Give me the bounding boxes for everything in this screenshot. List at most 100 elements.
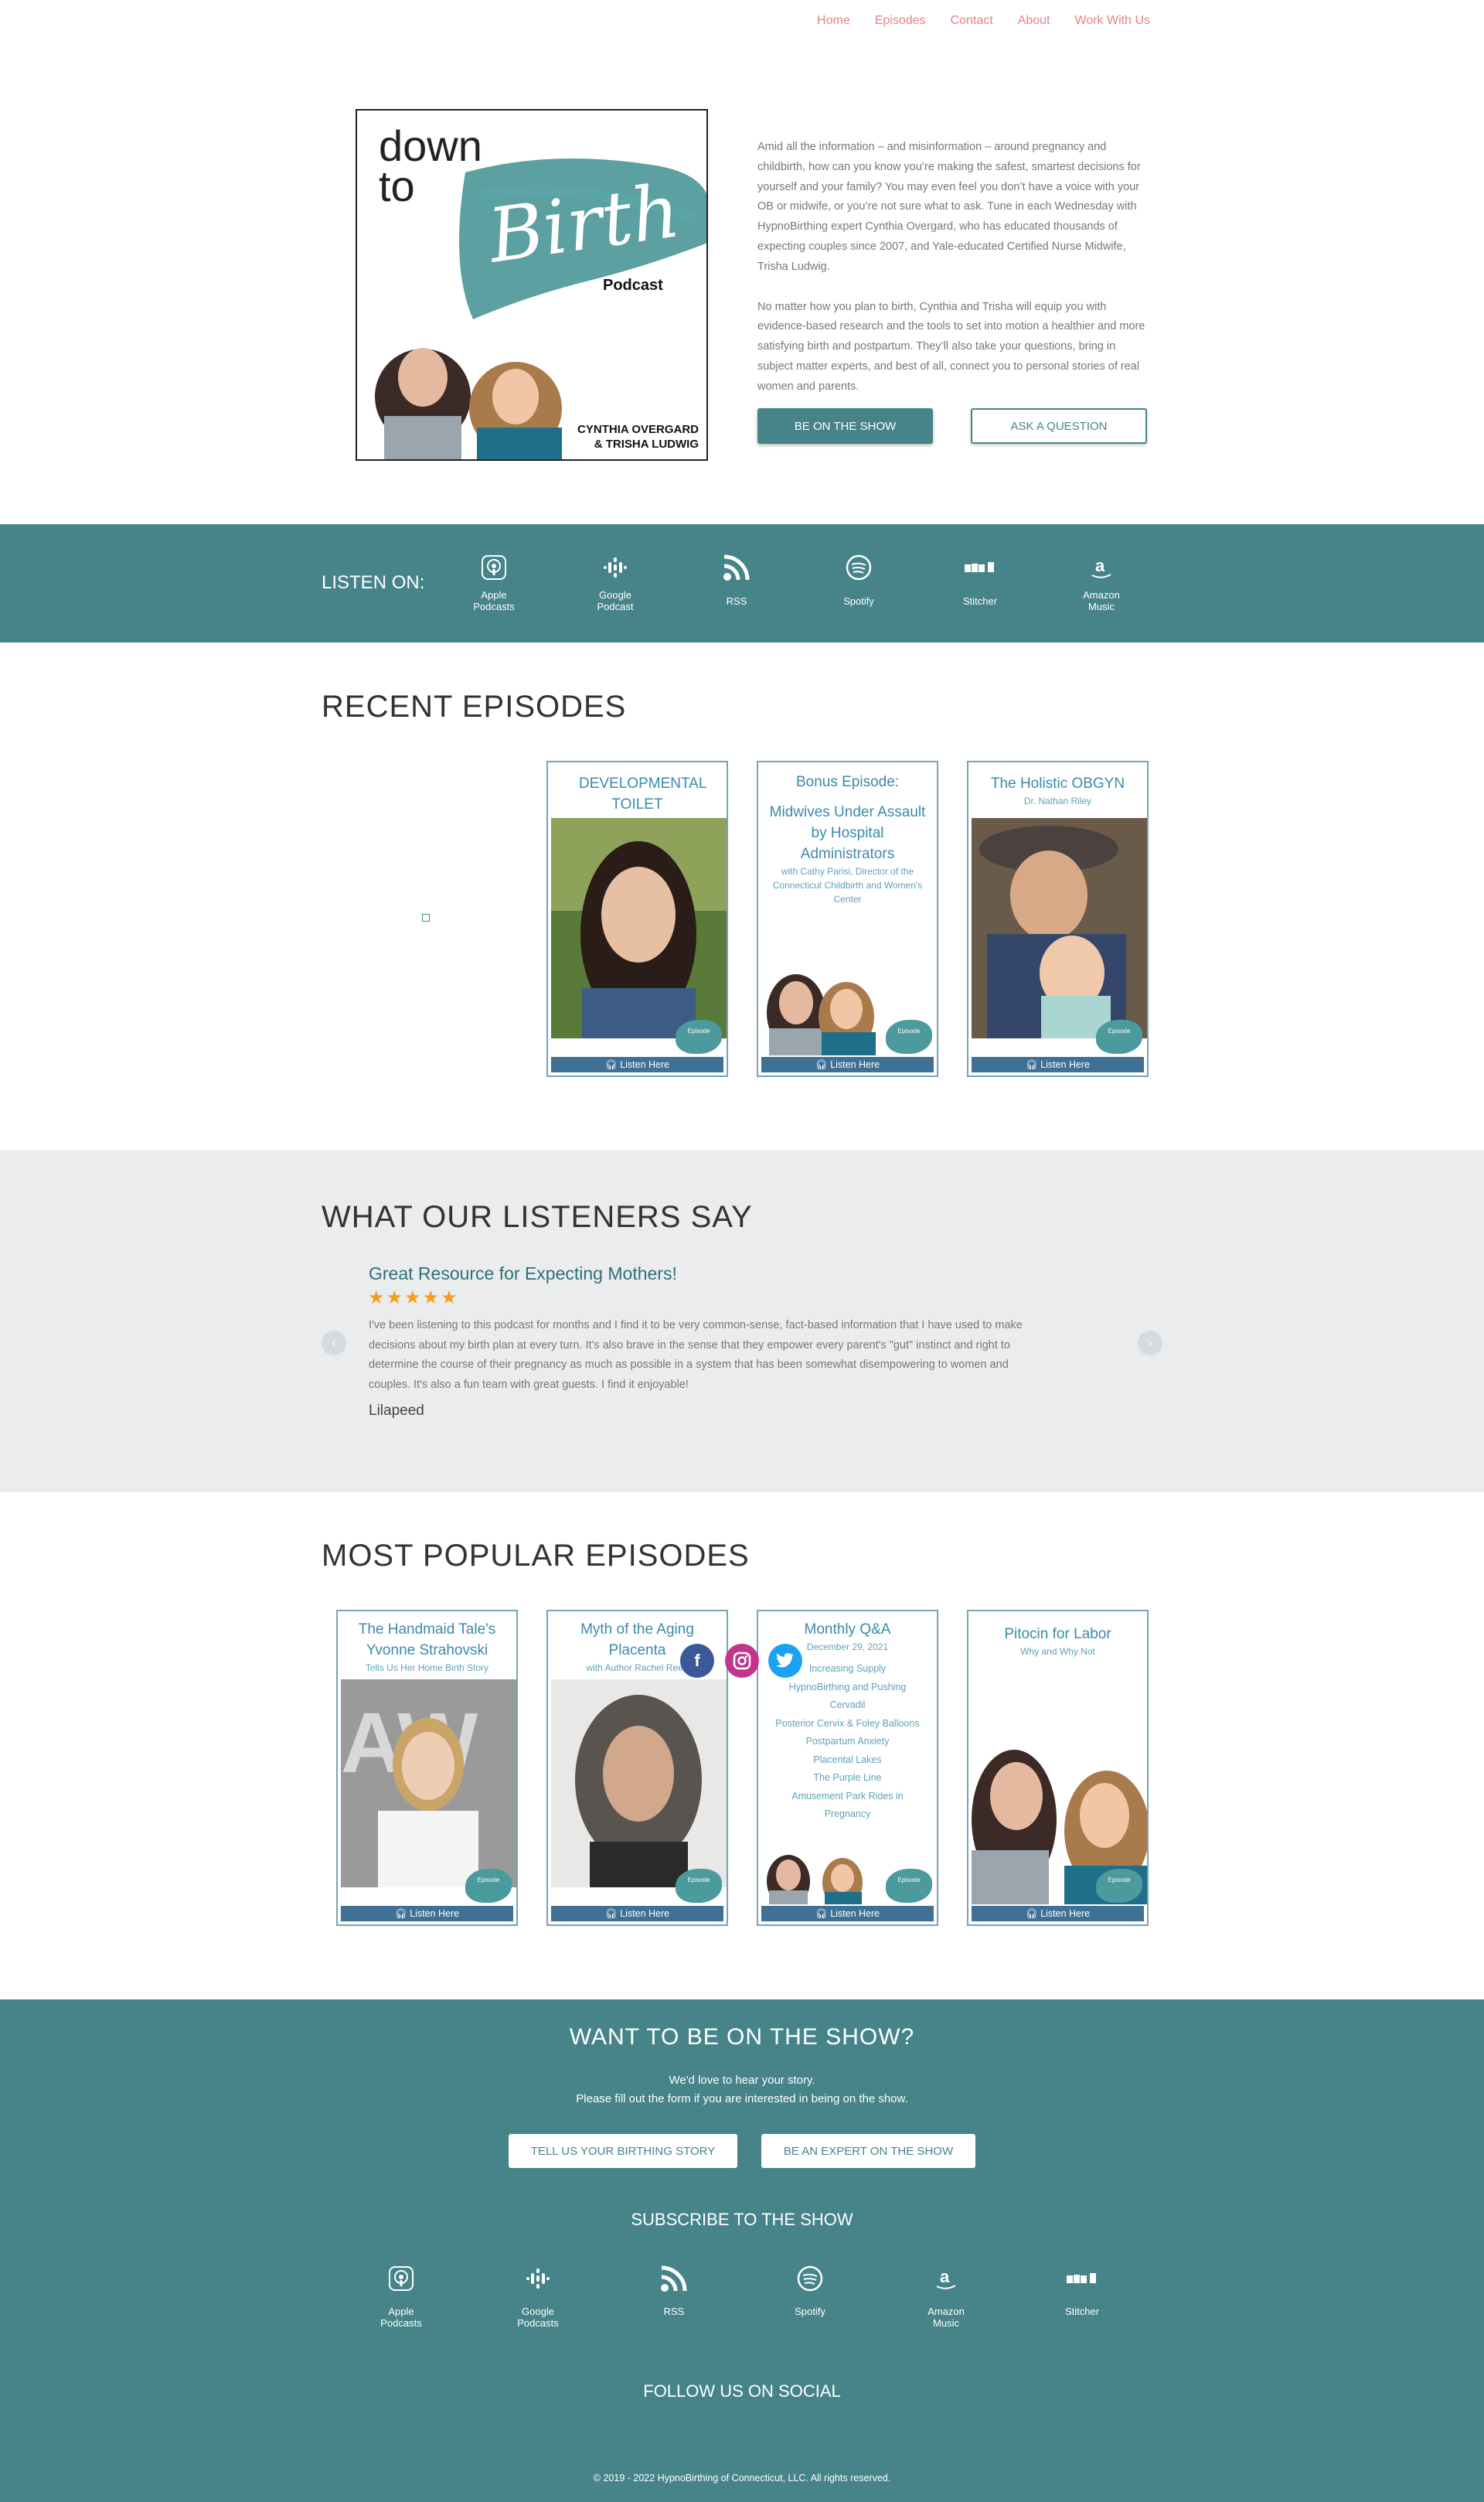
episode-stamp: Episode (676, 1020, 722, 1054)
hero-intro: Amid all the information – and misinform… (757, 138, 1145, 397)
instagram-icon[interactable] (725, 1644, 759, 1678)
episode-title: The Handmaid Tale's Yvonne Strahovski (358, 1621, 496, 1658)
apple-podcasts-icon (355, 2261, 448, 2296)
ask-question-button[interactable]: ASK A QUESTION (971, 408, 1147, 444)
episode-stamp: Episode (1096, 1020, 1142, 1054)
episode-title: The Holistic OBGYN (990, 775, 1125, 792)
episode-subtitle: with Cathy Parisi, Director of the Conne… (772, 866, 923, 905)
headphones-icon: 🎧︎ (394, 1908, 410, 1919)
rss-icon (694, 552, 779, 583)
episode-stamp: Episode (676, 1869, 722, 1903)
episode-subtitle: Tells Us Her Home Birth Story (365, 1662, 489, 1673)
headphones-icon: 🎧︎ (1025, 1908, 1041, 1919)
headphones-icon: 🎧︎ (604, 1908, 621, 1919)
platform-google-podcast[interactable]: Google Podcast (573, 552, 658, 612)
episode-stamp: Episode (886, 1869, 932, 1903)
platform-stitcher[interactable]: Stitcher (938, 552, 1023, 607)
testimonial-body: I've been listening to this podcast for … (369, 1319, 1023, 1391)
listen-here-button[interactable]: 🎧︎ Listen Here (761, 1906, 934, 1921)
listen-on-bar: LISTEN ON: Apple Podcasts Google Podcast R… (0, 524, 1484, 643)
headphones-icon: 🎧︎ (1025, 1059, 1041, 1070)
episode-stamp: Episode (465, 1869, 512, 1903)
facebook-icon[interactable]: f (680, 1644, 714, 1678)
footer-platform-apple[interactable]: Apple Podcasts (355, 2261, 448, 2329)
intro-paragraph-1: Amid all the information – and misinform… (757, 141, 1141, 273)
intro-paragraph-2: No matter how you plan to birth, Cynthia… (757, 300, 1145, 393)
nav-episodes[interactable]: Episodes (875, 14, 926, 27)
nav-contact[interactable]: Contact (951, 14, 993, 27)
testimonials-title: WHAT OUR LISTENERS SAY (322, 1200, 753, 1234)
episode-subtitle: Why and Why Not (1020, 1646, 1095, 1657)
episode-card-handmaid[interactable]: The Handmaid Tale's Yvonne Strahovski Te… (336, 1610, 518, 1926)
carousel-next-button[interactable]: › (1138, 1331, 1162, 1355)
svg-text:a: a (1095, 556, 1105, 575)
episode-card-midwives[interactable]: Bonus Episode: Midwives Under Assault by… (757, 761, 938, 1077)
logo-down: down (379, 121, 482, 170)
listen-on-label: LISTEN ON: (322, 572, 425, 593)
birthing-story-button[interactable]: TELL US YOUR BIRTHING STORY (509, 2134, 737, 2168)
footer-title: WANT TO BE ON THE SHOW? (569, 2024, 915, 2050)
episode-title-2: Midwives Under Assault by Hospital Admin… (769, 804, 926, 862)
logo-to: to (379, 162, 415, 210)
platform-rss[interactable]: RSS (694, 552, 779, 607)
episode-stamp: Episode (886, 1020, 932, 1054)
listen-here-button[interactable]: 🎧︎ Listen Here (551, 1906, 723, 1921)
platform-amazon-music[interactable]: a Amazon Music (1059, 552, 1144, 612)
testimonial-author: Lilapeed (369, 1403, 424, 1419)
recent-episodes-title: RECENT EPISODES (322, 690, 627, 724)
podcast-cover-logo: down to Birth Podcast CYNTHIA OVERGARD &… (356, 109, 708, 461)
qa-topics-list: Increasing Supply HypnoBirthing and Push… (775, 1663, 920, 1819)
episode-card-pitocin[interactable]: Pitocin for Labor Why and Why Not Episod… (967, 1610, 1149, 1926)
listen-here-button[interactable]: 🎧︎ Listen Here (341, 1906, 513, 1921)
stitcher-icon (938, 552, 1023, 583)
footer-platform-spotify[interactable]: Spotify (764, 2261, 856, 2317)
footer-platform-google[interactable]: Google Podcasts (492, 2261, 584, 2329)
amazon-icon: a (1059, 552, 1144, 583)
spotify-icon (816, 552, 901, 583)
nav-about[interactable]: About (1018, 14, 1050, 27)
subscribe-title: SUBSCRIBE TO THE SHOW (631, 2210, 853, 2229)
top-nav: Home Episodes Contact About Work With Us (0, 0, 1484, 46)
footer-platform-stitcher[interactable]: Stitcher (1036, 2261, 1128, 2317)
headphones-icon: 🎧︎ (815, 1908, 831, 1919)
listen-here-button[interactable]: 🎧︎ Listen Here (761, 1057, 934, 1072)
listen-here-button[interactable]: 🎧︎ Listen Here (972, 1906, 1144, 1921)
platform-spotify[interactable]: Spotify (816, 552, 901, 607)
page: Home Episodes Contact About Work With Us… (0, 0, 1484, 2502)
nav-work-with-us[interactable]: Work With Us (1075, 14, 1150, 27)
footer: WANT TO BE ON THE SHOW? We'd love to hea… (0, 1999, 1484, 2502)
listen-here-button[interactable]: 🎧︎ Listen Here (551, 1057, 723, 1072)
star-rating: ★★★★★ (368, 1287, 459, 1308)
google-podcasts-icon (492, 2261, 584, 2296)
episode-card-toilet-training[interactable]: DEVELOPMENTAL TOILET TRAINING Episode 🎧︎… (546, 761, 728, 1077)
footer-platform-rss[interactable]: RSS (628, 2261, 720, 2317)
headphones-icon: 🎧︎ (604, 1059, 621, 1070)
platform-apple-podcasts[interactable]: Apple Podcasts (451, 552, 536, 612)
episode-title: Bonus Episode: (795, 774, 900, 790)
headphones-icon: 🎧︎ (815, 1059, 831, 1070)
copyright: © 2019 - 2022 HypnoBirthing of Connectic… (593, 2473, 891, 2483)
episode-subtitle: Dr. Nathan Riley (1023, 796, 1092, 806)
twitter-icon[interactable] (768, 1644, 802, 1678)
rss-icon (628, 2261, 720, 2296)
episode-title: Pitocin for Labor (1004, 1626, 1111, 1642)
svg-text:a: a (940, 2267, 950, 2286)
listen-here-button[interactable]: 🎧︎ Listen Here (972, 1057, 1144, 1072)
follow-title: FOLLOW US ON SOCIAL (643, 2381, 841, 2401)
nav-home[interactable]: Home (817, 14, 850, 27)
testimonials-section: WHAT OUR LISTENERS SAY ‹ › Great Resourc… (0, 1150, 1484, 1492)
logo-hosts-1: CYNTHIA OVERGARD (577, 423, 699, 436)
episode-card-holistic-obgyn[interactable]: The Holistic OBGYN Dr. Nathan Riley Epis… (967, 761, 1149, 1077)
loading-indicator (422, 914, 430, 922)
amazon-icon: a (900, 2261, 992, 2296)
google-podcasts-icon (573, 552, 658, 583)
popular-episodes-title: MOST POPULAR EPISODES (322, 1539, 750, 1573)
stitcher-icon (1036, 2261, 1128, 2296)
footer-line-1: We'd love to hear your story. (669, 2074, 815, 2087)
carousel-prev-button[interactable]: ‹ (322, 1331, 346, 1355)
logo-hosts-2: & TRISHA LUDWIG (594, 438, 699, 451)
footer-platform-amazon[interactable]: a Amazon Music (900, 2261, 992, 2329)
be-on-show-button[interactable]: BE ON THE SHOW (757, 408, 933, 444)
expert-on-show-button[interactable]: BE AN EXPERT ON THE SHOW (761, 2134, 975, 2168)
episode-title: Monthly Q&A (804, 1621, 891, 1638)
